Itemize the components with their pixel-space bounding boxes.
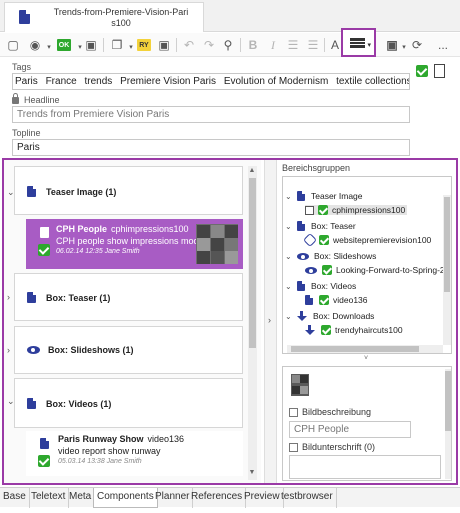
tab-components[interactable]: Components [93, 488, 158, 508]
topline-label: Topline [12, 128, 41, 138]
document-tab[interactable]: Trends-from-Premiere-Vision-Pari s100 [4, 2, 204, 32]
tab-base[interactable]: Base [0, 488, 30, 508]
bold-button[interactable]: B [244, 36, 262, 54]
toolbar-divider [324, 38, 325, 52]
redo-icon[interactable]: ↷ [200, 36, 218, 54]
tab-teletext[interactable]: Teletext [28, 488, 70, 508]
tag-chip[interactable]: Premiere Vision Paris [120, 76, 216, 87]
editor-tabs: Base Teletext Meta Components Planner Re… [0, 487, 460, 508]
image-insert-icon[interactable]: ▣ [155, 36, 173, 54]
document-tab-title: Trends-from-Premiere-Vision-Pari s100 [53, 7, 189, 28]
tab-references[interactable]: References [188, 488, 247, 508]
tab-testbrowser[interactable]: testbrowser [278, 488, 337, 508]
globe-dropdown-chevron-icon[interactable]: ▾ [40, 38, 58, 56]
chevron-down-icon: ▾ [367, 42, 371, 49]
tag-chip[interactable]: France [46, 76, 77, 87]
approved-check-icon [416, 65, 428, 77]
components-panel-highlight [2, 158, 458, 485]
undo-icon[interactable]: ↶ [180, 36, 198, 54]
more-button[interactable]: ... [434, 36, 452, 54]
italic-button[interactable]: I [264, 36, 282, 54]
lock-icon [12, 93, 19, 104]
headline-label: Headline [24, 95, 60, 105]
export-document-icon[interactable] [434, 64, 445, 78]
save-icon[interactable]: ▢ [4, 36, 22, 54]
tag-chip[interactable]: textile collections [336, 76, 409, 87]
tab-meta[interactable]: Meta [66, 488, 96, 508]
editor-toolbar: ▢ ◉ ▾ OK ▾ ▣ ❐ ▾ RY ▣ ↶ ↷ ⚲ B I ☰ ☰ A ▣ … [0, 33, 460, 57]
toolbar-divider [103, 38, 104, 52]
document-tab-bar: Trends-from-Premiere-Vision-Pari s100 [0, 0, 460, 32]
preview-icon[interactable]: ▣ [82, 36, 100, 54]
toolbar-divider [176, 38, 177, 52]
refresh-icon[interactable]: ⟳ [408, 36, 426, 54]
tags-input[interactable]: Paris France trends Premiere Vision Pari… [12, 73, 410, 90]
document-icon [19, 10, 30, 24]
view-mode-dropdown[interactable]: ▾ [341, 28, 376, 57]
numbered-list-icon[interactable]: ☰ [304, 36, 322, 54]
bullet-list-icon[interactable]: ☰ [284, 36, 302, 54]
rights-button[interactable]: RY [137, 39, 151, 51]
find-icon[interactable]: ⚲ [219, 36, 237, 54]
approve-button[interactable]: OK [57, 39, 71, 51]
tag-chip[interactable]: trends [84, 76, 112, 87]
tag-chip[interactable]: Evolution of Modernism [224, 76, 329, 87]
tag-chip[interactable]: Paris [15, 76, 38, 87]
tags-label: Tags [12, 62, 32, 72]
topline-field[interactable]: Paris [12, 139, 410, 156]
toolbar-divider [240, 38, 241, 52]
list-view-icon [350, 38, 365, 48]
headline-field[interactable]: Trends from Premiere Vision Paris [12, 106, 410, 123]
